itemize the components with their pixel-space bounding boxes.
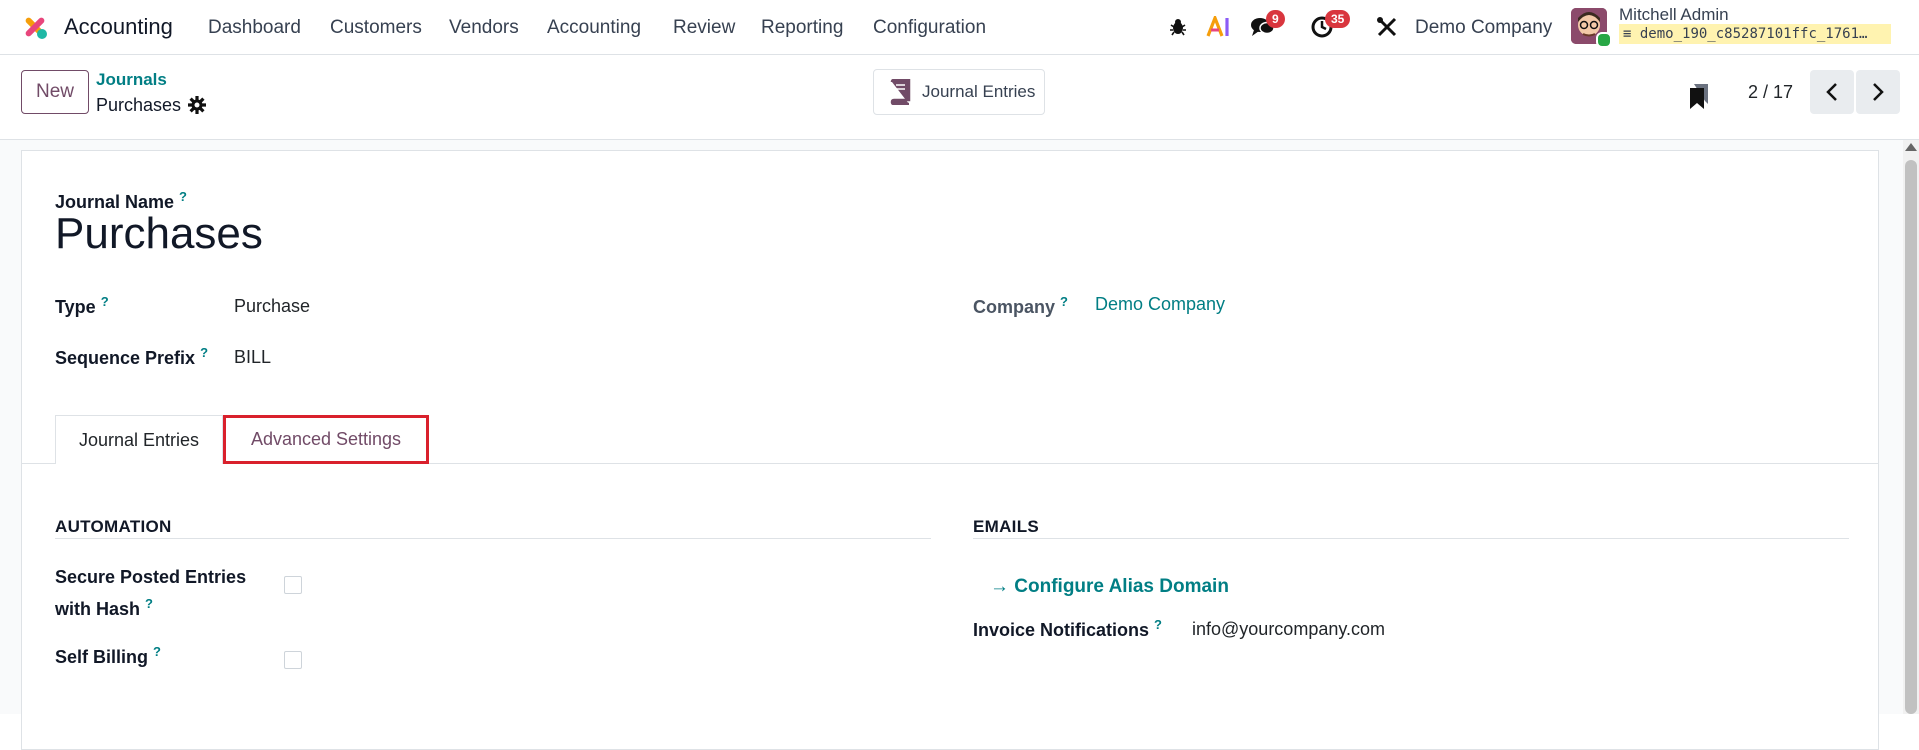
menu-accounting[interactable]: Accounting <box>547 17 641 39</box>
tab-journal-entries[interactable]: Journal Entries <box>55 415 223 464</box>
scrollbar-thumb[interactable] <box>1905 160 1917 714</box>
pager-value[interactable]: 2 / 17 <box>1748 82 1793 103</box>
smart-button-label: Journal Entries <box>922 82 1036 101</box>
top-navbar: Accounting Dashboard Customers Vendors A… <box>0 0 1919 55</box>
help-tooltip[interactable]: ? <box>179 189 187 204</box>
app-name[interactable]: Accounting <box>64 14 173 40</box>
database-name: ≡ demo_190_c85287101ffc_1761… <box>1619 24 1891 44</box>
self-billing-label: Self Billing? <box>55 644 161 667</box>
user-name[interactable]: Mitchell Admin <box>1619 5 1729 25</box>
control-panel: New Journals Purchases Journal Entries 2… <box>0 56 1919 140</box>
bug-icon[interactable] <box>1163 12 1193 42</box>
bookmark-icon[interactable] <box>1687 82 1711 110</box>
chevron-left-icon <box>1826 83 1837 101</box>
pager-previous-button[interactable] <box>1810 70 1854 114</box>
help-tooltip[interactable]: ? <box>200 345 208 360</box>
automation-section-title: AUTOMATION <box>55 517 172 536</box>
emails-divider <box>973 538 1849 539</box>
new-button[interactable]: New <box>21 70 89 114</box>
help-tooltip[interactable]: ? <box>153 644 161 659</box>
sequence-prefix-field[interactable]: BILL <box>234 347 271 368</box>
journal-entries-smart-button[interactable]: Journal Entries <box>873 69 1045 115</box>
type-label: Type? <box>55 294 109 317</box>
emails-section-title: EMAILS <box>973 517 1040 536</box>
book-icon <box>890 79 911 105</box>
secure-posted-checkbox[interactable] <box>284 576 302 594</box>
form-area: Journal Name? Purchases Type? Purchase S… <box>0 140 1919 750</box>
scroll-up-arrow-icon[interactable] <box>1905 143 1917 151</box>
breadcrumb-current: Purchases <box>96 95 182 115</box>
breadcrumb-journals[interactable]: Journals <box>96 70 167 90</box>
database-name-text: demo_190_c85287101ffc_1761… <box>1639 26 1868 42</box>
sequence-prefix-label: Sequence Prefix? <box>55 345 209 368</box>
invoice-notifications-label: Invoice Notifications? <box>973 617 1162 640</box>
pager-next-button[interactable] <box>1856 70 1900 114</box>
menu-configuration[interactable]: Configuration <box>873 17 986 39</box>
help-tooltip[interactable]: ? <box>145 596 153 611</box>
gear-icon[interactable] <box>187 95 207 115</box>
configure-alias-domain-label: Configure Alias Domain <box>1014 576 1229 597</box>
invoice-notifications-field[interactable]: info@yourcompany.com <box>1192 619 1385 640</box>
database-icon: ≡ <box>1623 26 1632 42</box>
type-field[interactable]: Purchase <box>234 296 310 317</box>
tab-advanced-settings[interactable]: Advanced Settings <box>223 415 429 464</box>
form-sheet: Journal Name? Purchases Type? Purchase S… <box>21 150 1879 750</box>
configure-alias-domain-link[interactable]: → Configure Alias Domain <box>990 576 1229 598</box>
messages-badge: 9 <box>1266 10 1285 28</box>
menu-dashboard[interactable]: Dashboard <box>208 17 301 39</box>
help-tooltip[interactable]: ? <box>101 294 109 309</box>
company-label: Company? <box>973 294 1068 317</box>
journal-name-field[interactable]: Purchases <box>55 209 263 259</box>
self-billing-checkbox[interactable] <box>284 651 302 669</box>
menu-vendors[interactable]: Vendors <box>449 17 519 39</box>
secure-posted-label-line2: with Hash? <box>55 596 153 619</box>
activities-badge: 35 <box>1325 10 1351 28</box>
arrow-right-icon: → <box>990 576 1009 597</box>
menu-review[interactable]: Review <box>673 17 735 39</box>
company-switcher[interactable]: Demo Company <box>1415 17 1552 39</box>
company-field[interactable]: Demo Company <box>1095 294 1225 315</box>
automation-divider <box>55 538 931 539</box>
menu-customers[interactable]: Customers <box>330 17 422 39</box>
help-tooltip[interactable]: ? <box>1060 294 1068 309</box>
secure-posted-label-line1: Secure Posted Entries <box>55 567 247 587</box>
ai-icon[interactable] <box>1204 12 1234 42</box>
tools-icon[interactable] <box>1372 12 1402 42</box>
odoo-logo-icon[interactable] <box>20 12 50 42</box>
help-tooltip[interactable]: ? <box>1154 617 1162 632</box>
online-status-dot <box>1596 32 1612 48</box>
chevron-right-icon <box>1873 83 1884 101</box>
menu-reporting[interactable]: Reporting <box>761 17 843 39</box>
